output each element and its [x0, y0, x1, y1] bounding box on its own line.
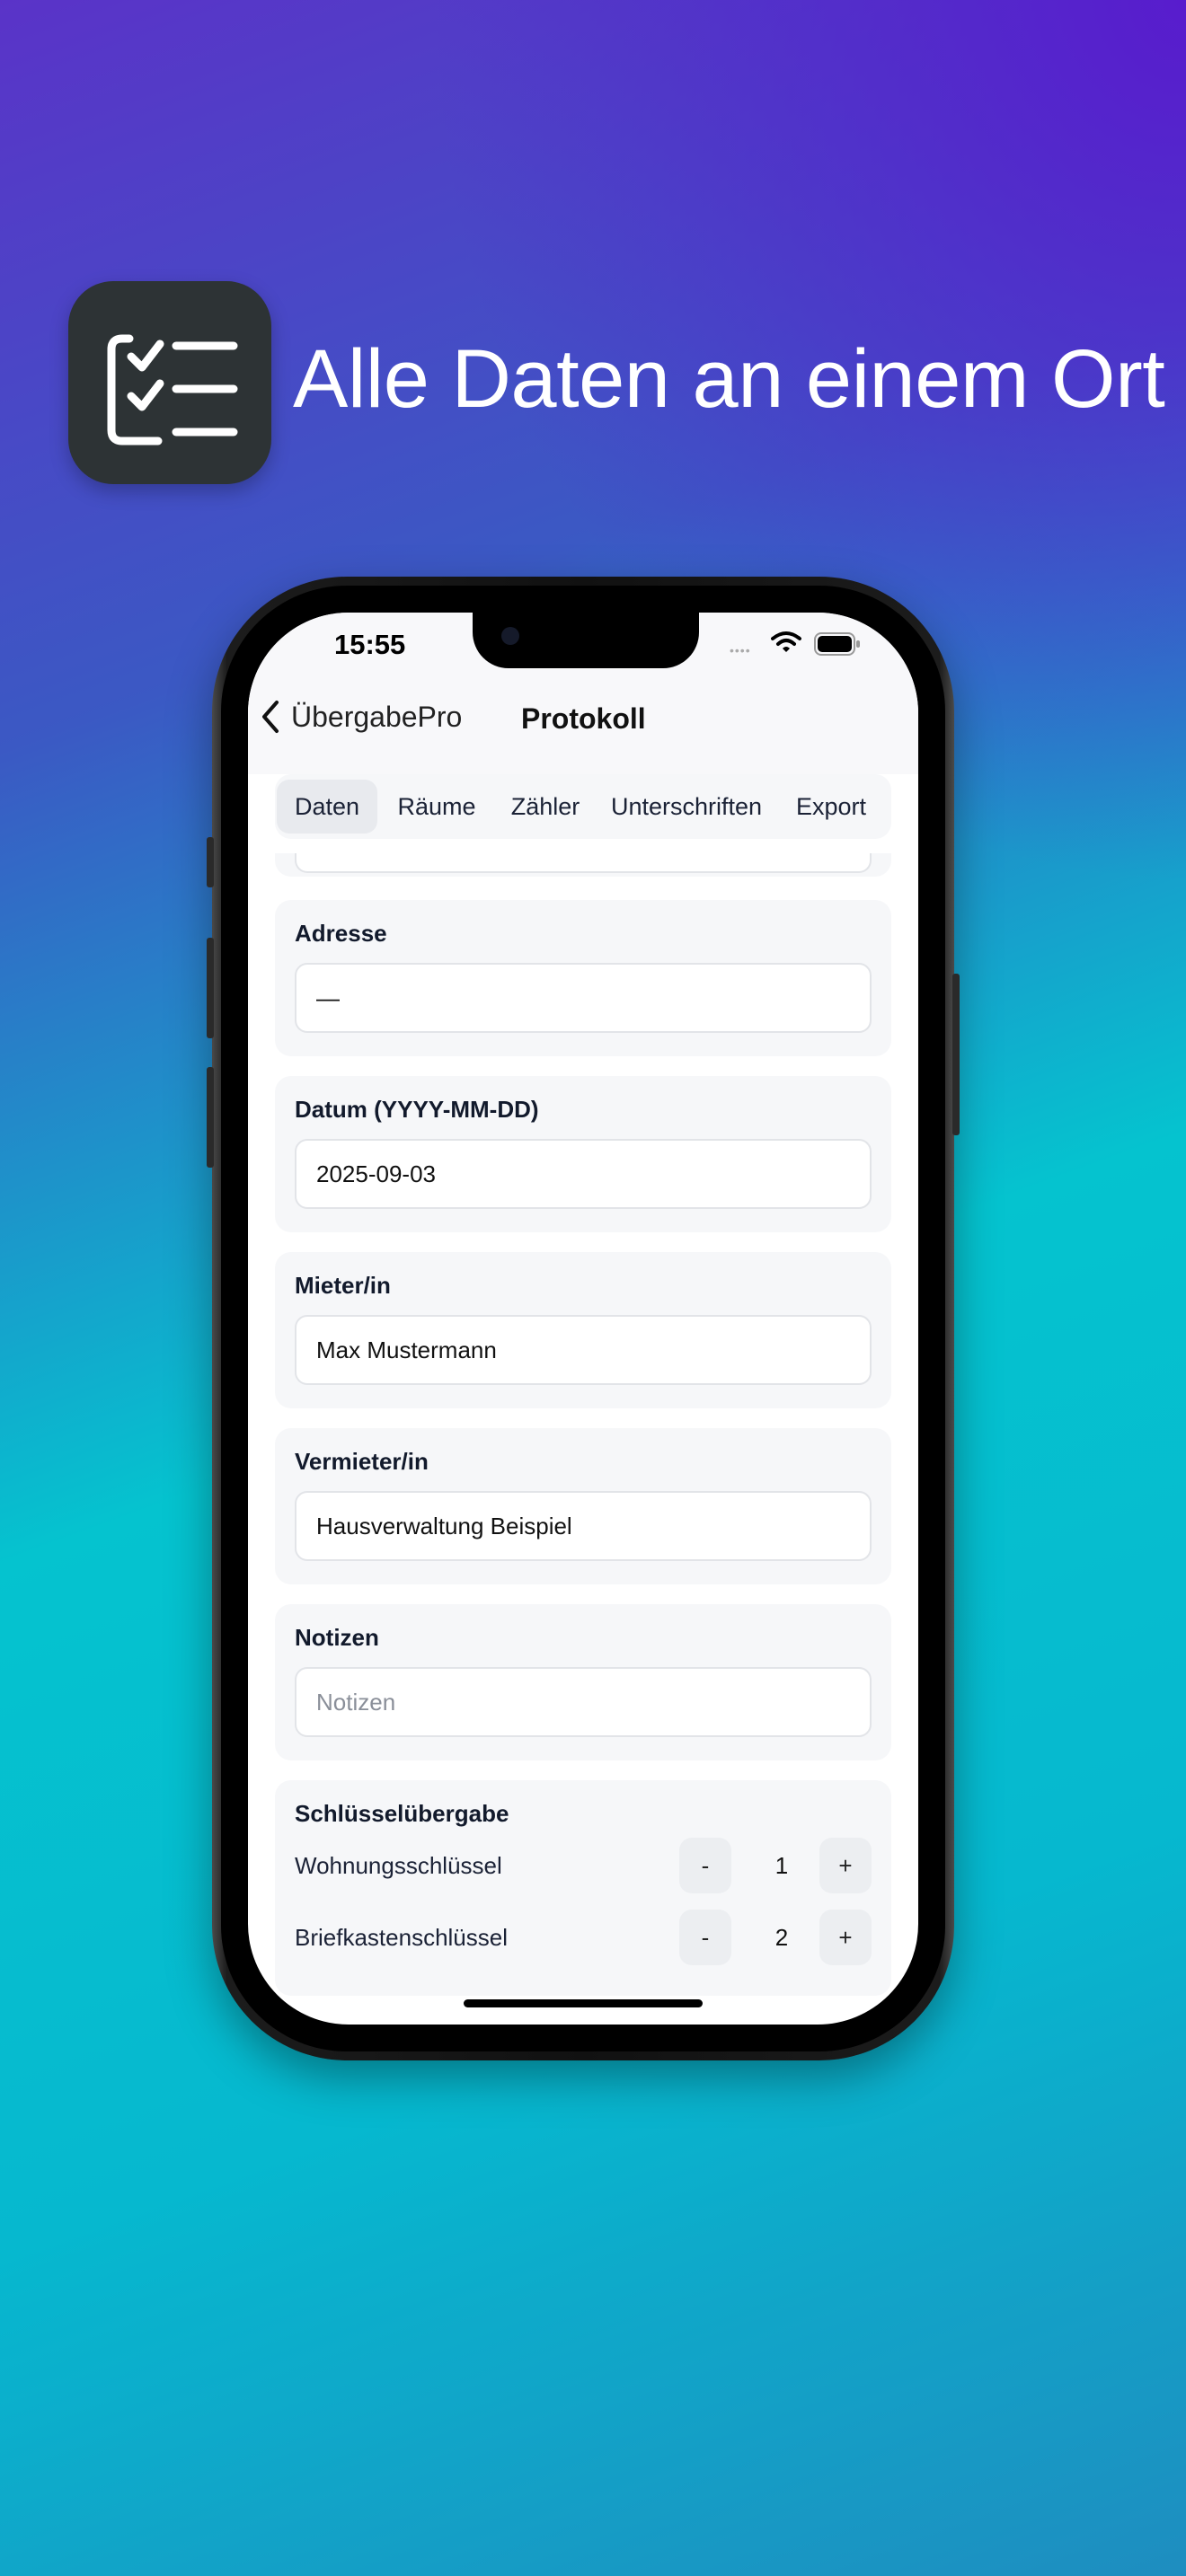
tab-raeume[interactable]: Räume: [381, 780, 492, 834]
tab-unterschriften[interactable]: Unterschriften: [598, 780, 774, 834]
notes-label: Notizen: [295, 1624, 379, 1651]
status-time: 15:55: [334, 629, 406, 660]
date-card: Datum (YYYY-MM-DD) 2025-09-03: [275, 1076, 891, 1232]
landlord-card: Vermieter/in Hausverwaltung Beispiel: [275, 1428, 891, 1584]
phone-frame: 15:55 •••• ÜbergabePro Protokoll Daten R…: [207, 577, 960, 2060]
notch: [473, 613, 699, 668]
tab-export[interactable]: Export: [778, 780, 884, 834]
tenant-card: Mieter/in Max Mustermann: [275, 1252, 891, 1408]
form-scroll-area[interactable]: Adresse — Datum (YYYY-MM-DD) 2025-09-03 …: [248, 853, 918, 2003]
signal-icon: ••••: [730, 643, 751, 657]
tab-bar: Daten Räume Zähler Unterschriften Export: [275, 774, 891, 839]
camera: [501, 627, 519, 645]
power-button: [952, 974, 960, 1135]
decrement-button[interactable]: -: [679, 1838, 731, 1893]
address-label: Adresse: [295, 920, 387, 947]
marketing-headline: Alle Daten an einem Ort: [293, 333, 1165, 425]
volume-up-button: [207, 938, 214, 1038]
chevron-left-icon: [262, 701, 279, 733]
landlord-field[interactable]: Hausverwaltung Beispiel: [295, 1491, 872, 1561]
date-field[interactable]: 2025-09-03: [295, 1139, 872, 1209]
back-button[interactable]: ÜbergabePro: [261, 699, 462, 735]
home-indicator[interactable]: [464, 1999, 703, 2007]
keys-title: Schlüsselübergabe: [295, 1800, 509, 1827]
checklist-icon: [107, 334, 238, 446]
increment-button[interactable]: +: [819, 1910, 872, 1965]
key-row-apartment: Wohnungsschlüssel - 1 +: [295, 1838, 872, 1895]
increment-button[interactable]: +: [819, 1838, 872, 1893]
key-label: Briefkastenschlüssel: [295, 1924, 508, 1951]
key-count: 1: [774, 1852, 789, 1879]
tenant-field[interactable]: Max Mustermann: [295, 1315, 872, 1385]
keys-card: Schlüsselübergabe Wohnungsschlüssel - 1 …: [275, 1780, 891, 1996]
tab-daten[interactable]: Daten: [277, 780, 377, 834]
phone-screen: 15:55 •••• ÜbergabePro Protokoll Daten R…: [248, 613, 918, 2025]
notes-card: Notizen Notizen: [275, 1604, 891, 1760]
key-label: Wohnungsschlüssel: [295, 1852, 502, 1879]
navigation-bar: ÜbergabePro Protokoll: [248, 675, 918, 774]
address-field[interactable]: —: [295, 963, 872, 1033]
mute-switch: [207, 837, 214, 887]
battery-icon: [814, 632, 860, 656]
notes-field[interactable]: Notizen: [295, 1667, 872, 1737]
landlord-label: Vermieter/in: [295, 1448, 429, 1475]
decrement-button[interactable]: -: [679, 1910, 731, 1965]
app-icon: [68, 281, 271, 484]
tab-zaehler[interactable]: Zähler: [496, 780, 595, 834]
page-title: Protokoll: [521, 702, 646, 735]
key-count: 2: [774, 1924, 789, 1951]
wifi-icon: [771, 631, 801, 652]
volume-down-button: [207, 1067, 214, 1168]
address-card: Adresse —: [275, 900, 891, 1056]
key-row-mailbox: Briefkastenschlüssel - 2 +: [295, 1910, 872, 1967]
back-label: ÜbergabePro: [291, 700, 463, 733]
tenant-label: Mieter/in: [295, 1272, 391, 1299]
date-label: Datum (YYYY-MM-DD): [295, 1096, 539, 1123]
form-card-previous: [275, 853, 891, 877]
